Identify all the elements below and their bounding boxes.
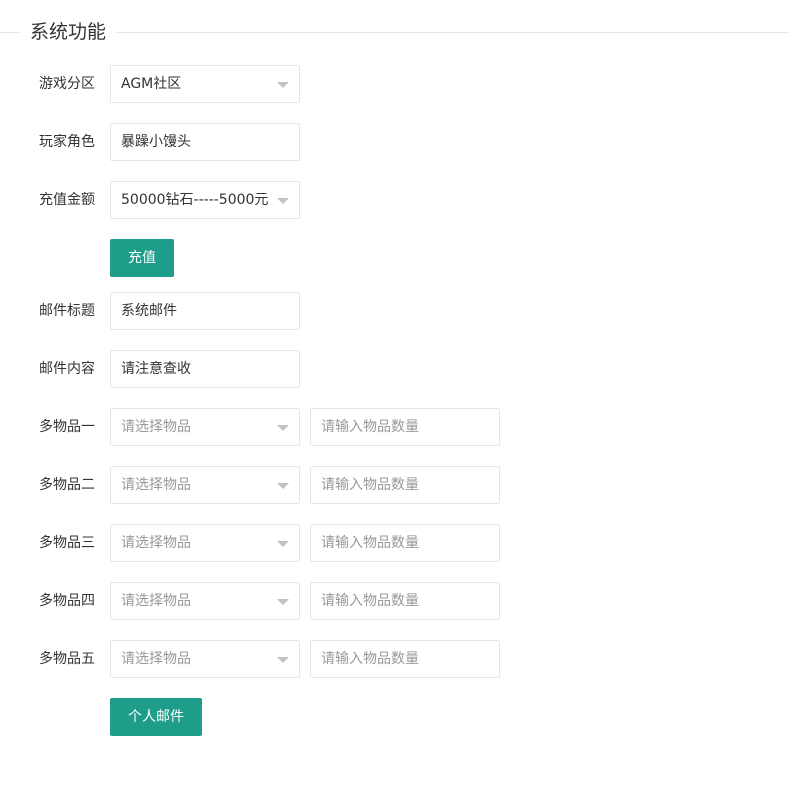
mail-content-label: 邮件内容 bbox=[39, 361, 95, 377]
item-select-placeholder: 请选择物品 bbox=[121, 593, 191, 609]
item-select-placeholder: 请选择物品 bbox=[121, 535, 191, 551]
item-quantity-input[interactable]: 请输入物品数量 bbox=[310, 582, 500, 620]
fieldset-legend: 系统功能 bbox=[20, 18, 117, 46]
role-row: 玩家角色 暴躁小馒头 bbox=[0, 123, 789, 161]
amount-row: 充值金额 50000钻石-----5000元 bbox=[0, 181, 789, 219]
item-row: 多物品五 请选择物品 请输入物品数量 bbox=[0, 640, 789, 678]
item-row: 多物品三 请选择物品 请输入物品数量 bbox=[0, 524, 789, 562]
item-quantity-input[interactable]: 请输入物品数量 bbox=[310, 640, 500, 678]
mail-title-row: 邮件标题 系统邮件 bbox=[0, 292, 789, 330]
caret-down-icon bbox=[277, 657, 289, 663]
caret-down-icon bbox=[277, 483, 289, 489]
item-label: 多物品五 bbox=[39, 651, 95, 667]
mail-title-label: 邮件标题 bbox=[39, 303, 95, 319]
caret-down-icon bbox=[277, 425, 289, 431]
fieldset-divider bbox=[0, 32, 789, 33]
item-select[interactable]: 请选择物品 bbox=[110, 582, 300, 620]
amount-label: 充值金额 bbox=[39, 192, 95, 208]
amount-select[interactable]: 50000钻石-----5000元 bbox=[110, 181, 300, 219]
item-select[interactable]: 请选择物品 bbox=[110, 408, 300, 446]
item-row: 多物品二 请选择物品 请输入物品数量 bbox=[0, 466, 789, 504]
item-label: 多物品四 bbox=[39, 593, 95, 609]
zone-select[interactable]: AGM社区 bbox=[110, 65, 300, 103]
item-label: 多物品三 bbox=[39, 535, 95, 551]
item-select[interactable]: 请选择物品 bbox=[110, 466, 300, 504]
item-quantity-input[interactable]: 请输入物品数量 bbox=[310, 408, 500, 446]
item-label: 多物品二 bbox=[39, 477, 95, 493]
item-label: 多物品一 bbox=[39, 419, 95, 435]
zone-value: AGM社区 bbox=[121, 76, 182, 92]
mail-title-input[interactable]: 系统邮件 bbox=[110, 292, 300, 330]
zone-row: 游戏分区 AGM社区 bbox=[0, 65, 789, 103]
item-select-placeholder: 请选择物品 bbox=[121, 477, 191, 493]
zone-label: 游戏分区 bbox=[39, 76, 95, 92]
recharge-button[interactable]: 充值 bbox=[110, 239, 174, 277]
item-quantity-input[interactable]: 请输入物品数量 bbox=[310, 466, 500, 504]
item-quantity-input[interactable]: 请输入物品数量 bbox=[310, 524, 500, 562]
item-row: 多物品四 请选择物品 请输入物品数量 bbox=[0, 582, 789, 620]
amount-value: 50000钻石-----5000元 bbox=[121, 192, 269, 208]
caret-down-icon bbox=[277, 541, 289, 547]
caret-down-icon bbox=[277, 82, 289, 88]
mail-content-input[interactable]: 请注意查收 bbox=[110, 350, 300, 388]
mail-content-row: 邮件内容 请注意查收 bbox=[0, 350, 789, 388]
item-select[interactable]: 请选择物品 bbox=[110, 524, 300, 562]
send-mail-button[interactable]: 个人邮件 bbox=[110, 698, 202, 736]
item-select-placeholder: 请选择物品 bbox=[121, 651, 191, 667]
caret-down-icon bbox=[277, 198, 289, 204]
item-row: 多物品一 请选择物品 请输入物品数量 bbox=[0, 408, 789, 446]
caret-down-icon bbox=[277, 599, 289, 605]
item-select-placeholder: 请选择物品 bbox=[121, 419, 191, 435]
role-input[interactable]: 暴躁小馒头 bbox=[110, 123, 300, 161]
item-select[interactable]: 请选择物品 bbox=[110, 640, 300, 678]
role-label: 玩家角色 bbox=[39, 134, 95, 150]
